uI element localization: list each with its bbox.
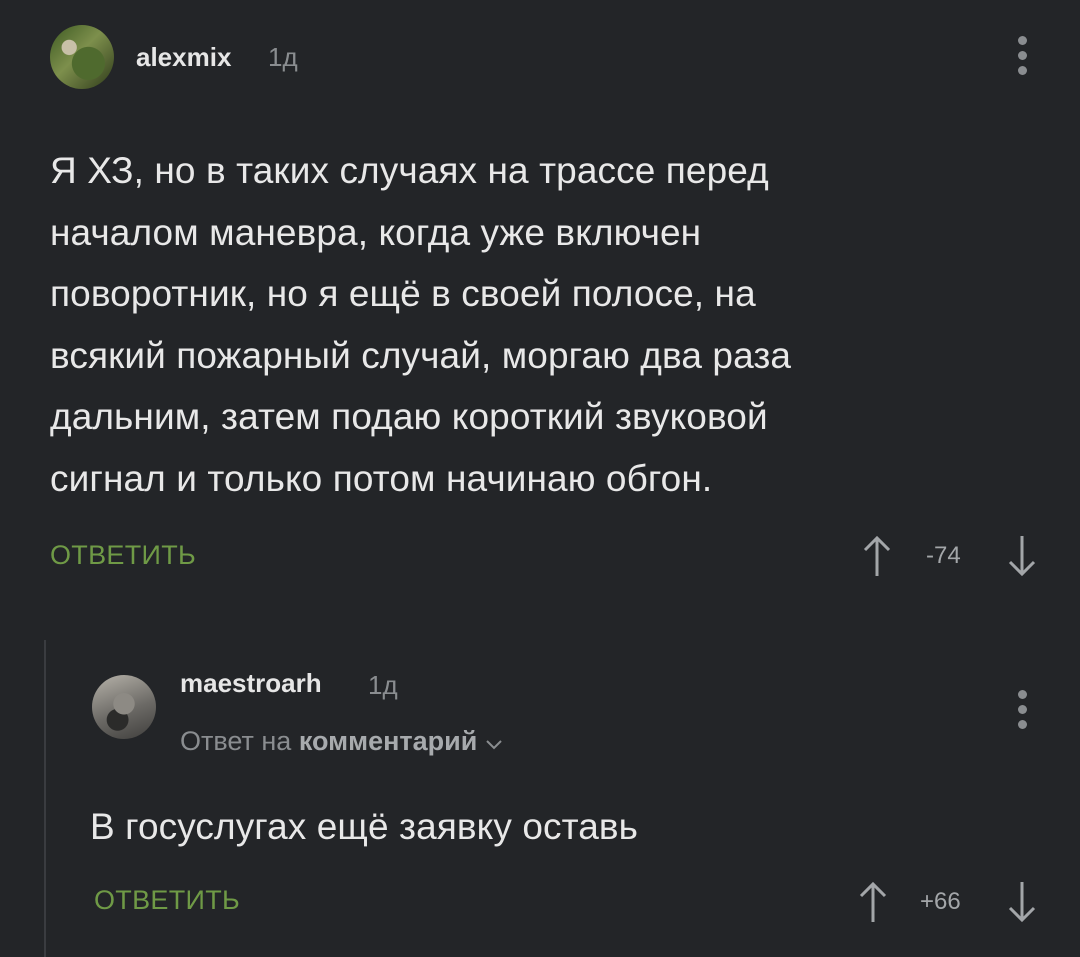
comment-author[interactable]: alexmix bbox=[136, 42, 231, 73]
reply-to-target[interactable]: комментарий bbox=[299, 726, 478, 756]
score: +66 bbox=[920, 888, 961, 915]
arrow-down-icon[interactable] bbox=[1007, 880, 1037, 924]
arrow-up-icon[interactable] bbox=[862, 534, 892, 578]
reply-to-link[interactable]: Ответ на комментарий bbox=[180, 726, 503, 758]
reply-button[interactable]: ОТВЕТИТЬ bbox=[94, 885, 240, 916]
score: -74 bbox=[926, 542, 961, 569]
chevron-down-icon[interactable] bbox=[485, 727, 503, 758]
avatar[interactable] bbox=[92, 675, 156, 739]
thread-line bbox=[44, 640, 46, 957]
comment-time: 1д bbox=[268, 42, 298, 72]
comment-time: 1д bbox=[368, 670, 398, 700]
comment-text: В госуслугах ещё заявку оставь bbox=[90, 806, 639, 847]
comment-text: Я ХЗ, но в таких случаях на трассе перед… bbox=[50, 150, 792, 499]
arrow-up-icon[interactable] bbox=[858, 880, 888, 924]
reply-to-prefix: Ответ на bbox=[180, 726, 292, 756]
arrow-down-icon[interactable] bbox=[1007, 534, 1037, 578]
comment-author[interactable]: maestroarh bbox=[180, 668, 322, 699]
more-vertical-icon[interactable] bbox=[1016, 36, 1028, 81]
avatar[interactable] bbox=[50, 25, 114, 89]
more-vertical-icon[interactable] bbox=[1016, 690, 1028, 735]
reply-button[interactable]: ОТВЕТИТЬ bbox=[50, 540, 196, 571]
